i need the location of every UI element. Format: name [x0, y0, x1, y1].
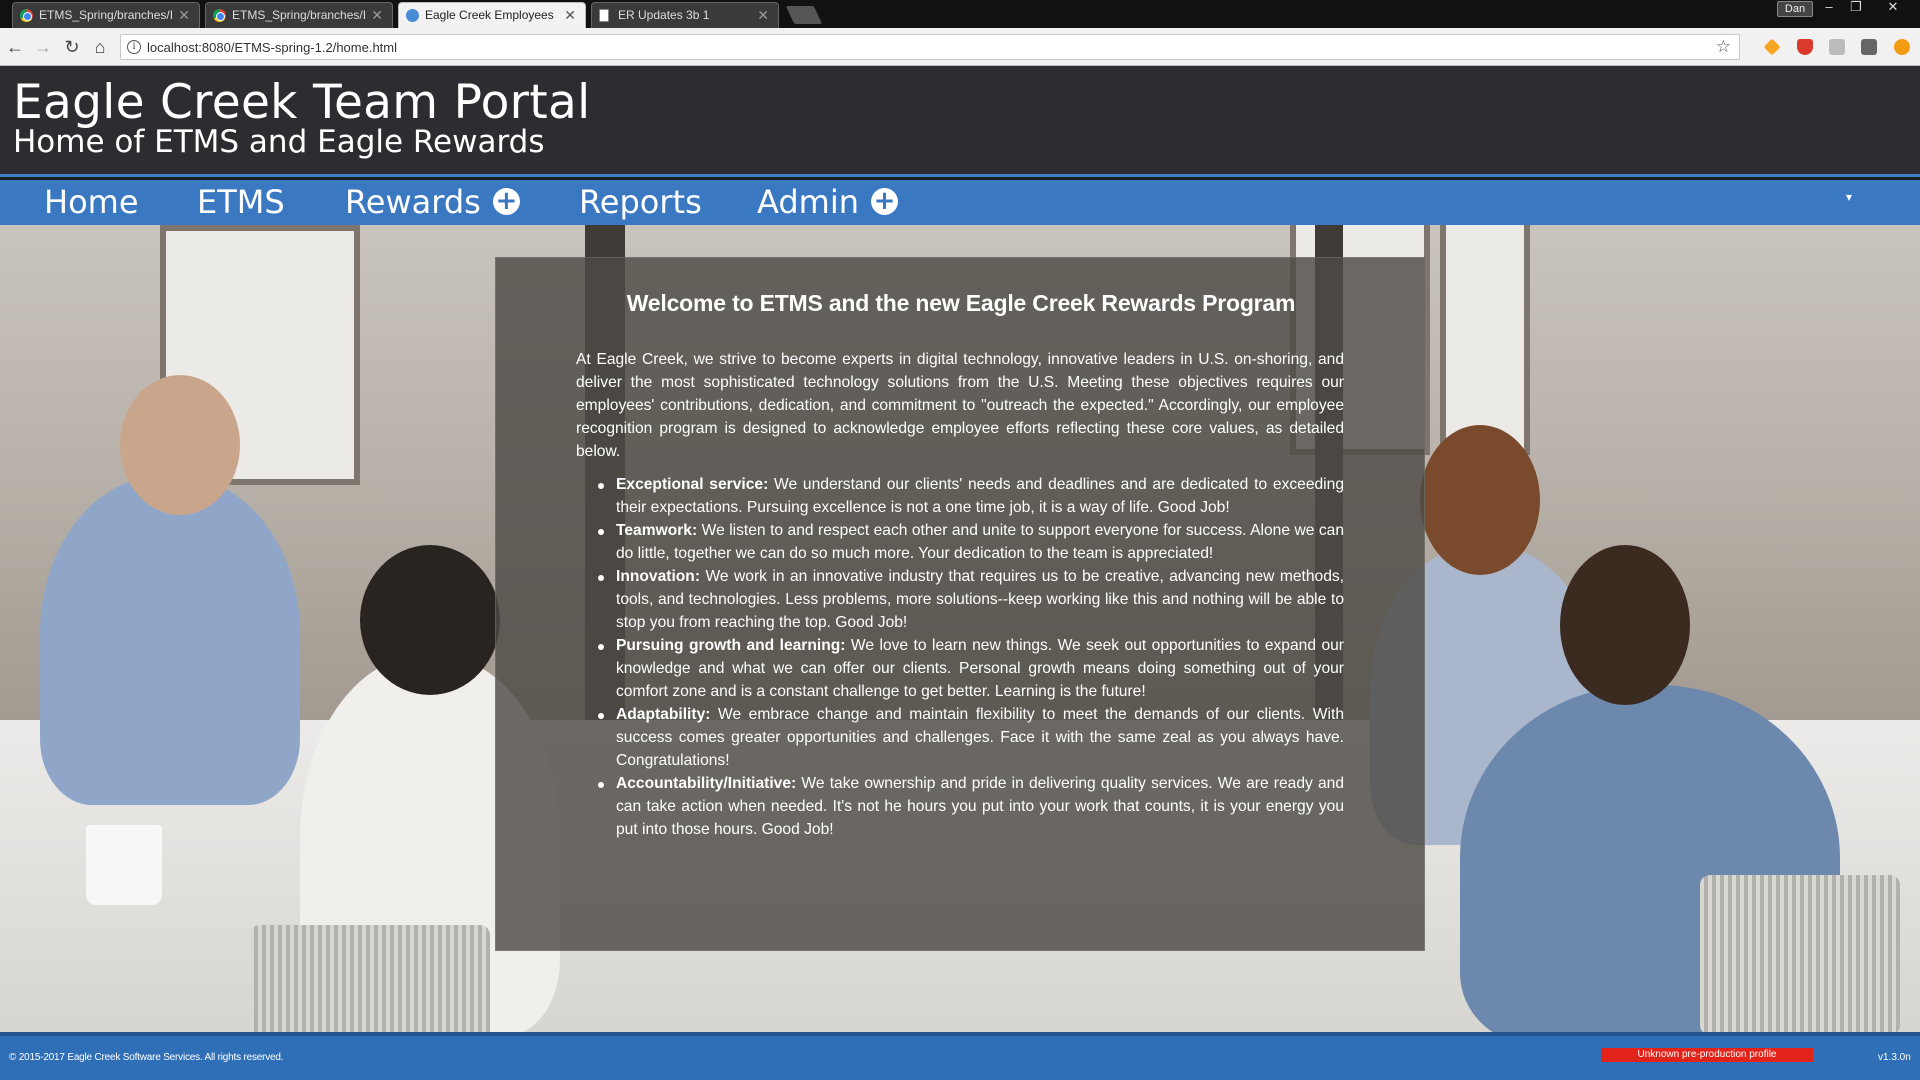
page-footer: © 2015-2017 Eagle Creek Software Service…: [0, 1032, 1920, 1080]
info-icon[interactable]: i: [127, 40, 141, 54]
tab-title: ETMS_Spring/branches/I: [232, 8, 367, 22]
page-icon: [599, 9, 609, 22]
caret-down-icon[interactable]: ▾: [1846, 190, 1852, 204]
nav-home-label: Home: [44, 183, 139, 221]
version-text: v1.3.0n: [1878, 1052, 1911, 1063]
main-nav: Home ETMS Rewards + Reports Admin + ▾: [0, 180, 1920, 225]
bookmark-star-icon[interactable]: ☆: [1716, 37, 1731, 57]
window-shape: [1440, 225, 1530, 455]
core-value-name: Exceptional service:: [616, 476, 769, 493]
nav-etms-label: ETMS: [197, 183, 285, 221]
nav-rewards[interactable]: Rewards +: [345, 180, 520, 225]
nav-reports-label: Reports: [579, 183, 702, 221]
browser-tab-strip: ETMS_Spring/branches/I ✕ ETMS_Spring/bra…: [0, 0, 1920, 28]
welcome-intro: At Eagle Creek, we strive to become expe…: [576, 351, 1344, 460]
page-subtitle: Home of ETMS and Eagle Rewards: [13, 124, 545, 160]
address-bar[interactable]: i localhost:8080/ETMS-spring-1.2/home.ht…: [120, 34, 1740, 60]
extension-icon[interactable]: [1861, 39, 1877, 55]
core-value-item: Teamwork: We listen to and respect each …: [576, 519, 1344, 565]
person-head-shape: [1420, 425, 1540, 575]
person-head-shape: [1560, 545, 1690, 705]
tab-title: ER Updates 3b 1: [618, 8, 710, 22]
close-tab-icon[interactable]: ✕: [371, 3, 383, 27]
new-tab-button[interactable]: [785, 6, 823, 24]
expand-plus-icon[interactable]: +: [492, 188, 520, 215]
nav-admin[interactable]: Admin +: [757, 180, 898, 225]
globe-icon: [406, 9, 419, 22]
reload-icon[interactable]: ↻: [61, 36, 83, 58]
extension-icon[interactable]: [1829, 39, 1845, 55]
browser-tab[interactable]: ETMS_Spring/branches/I ✕: [12, 2, 200, 28]
tab-title: Eagle Creek Employees: [425, 8, 554, 22]
extension-icon[interactable]: [1763, 38, 1781, 56]
core-value-item: Exceptional service: We understand our c…: [576, 473, 1344, 519]
back-icon[interactable]: ←: [4, 36, 26, 58]
nav-etms[interactable]: ETMS: [197, 180, 285, 225]
core-value-name: Teamwork:: [616, 522, 698, 539]
shield-extension-icon[interactable]: [1797, 39, 1813, 55]
core-value-item: Adaptability: We embrace change and main…: [576, 703, 1344, 772]
close-tab-icon[interactable]: ✕: [757, 3, 769, 27]
chrome-icon: [20, 9, 33, 22]
browser-tab[interactable]: ER Updates 3b 1 ✕: [591, 2, 779, 28]
core-value-item: Pursuing growth and learning: We love to…: [576, 634, 1344, 703]
welcome-heading: Welcome to ETMS and the new Eagle Creek …: [626, 290, 1296, 316]
minimize-icon[interactable]: –: [1816, 0, 1842, 16]
profile-badge: Unknown pre-production profile: [1601, 1048, 1813, 1062]
nav-home[interactable]: Home: [44, 180, 139, 225]
url-text[interactable]: localhost:8080/ETMS-spring-1.2/home.html: [147, 35, 397, 60]
close-tab-icon[interactable]: ✕: [178, 3, 190, 27]
browser-tab-active[interactable]: Eagle Creek Employees ✕: [398, 2, 586, 28]
chair-shape: [250, 925, 490, 1032]
close-window-icon[interactable]: ✕: [1880, 0, 1906, 16]
browser-tab[interactable]: ETMS_Spring/branches/I ✕: [205, 2, 393, 28]
person-head-shape: [360, 545, 500, 695]
page-title: Eagle Creek Team Portal: [13, 75, 591, 130]
chair-shape: [1700, 875, 1900, 1032]
core-value-name: Pursuing growth and learning:: [616, 637, 846, 654]
core-values-list: Exceptional service: We understand our c…: [576, 473, 1344, 841]
core-value-text: We listen to and respect each other and …: [616, 522, 1344, 562]
welcome-panel: Welcome to ETMS and the new Eagle Creek …: [495, 257, 1425, 951]
core-value-text: We work in an innovative industry that r…: [616, 568, 1344, 631]
core-value-item: Innovation: We work in an innovative ind…: [576, 565, 1344, 634]
profile-button[interactable]: Dan: [1777, 1, 1813, 17]
portal-header: Eagle Creek Team Portal Home of ETMS and…: [0, 66, 1920, 177]
address-toolbar: ← → ↻ ⌂ i localhost:8080/ETMS-spring-1.2…: [0, 28, 1920, 66]
core-value-name: Adaptability:: [616, 706, 711, 723]
nav-reports[interactable]: Reports: [579, 180, 702, 225]
nav-admin-label: Admin: [757, 183, 859, 221]
forward-icon[interactable]: →: [32, 36, 54, 58]
copyright-text: © 2015-2017 Eagle Creek Software Service…: [9, 1052, 284, 1063]
core-value-name: Innovation:: [616, 568, 701, 585]
person-shape: [40, 475, 300, 805]
core-value-name: Accountability/Initiative:: [616, 775, 797, 792]
nav-rewards-label: Rewards: [345, 183, 481, 221]
extension-icon[interactable]: [1894, 39, 1910, 55]
core-value-item: Accountability/Initiative: We take owner…: [576, 772, 1344, 841]
chrome-icon: [213, 9, 226, 22]
home-icon[interactable]: ⌂: [89, 36, 111, 58]
core-value-text: We embrace change and maintain flexibili…: [616, 706, 1344, 769]
close-tab-icon[interactable]: ✕: [564, 3, 576, 27]
tab-title: ETMS_Spring/branches/I: [39, 8, 174, 22]
expand-plus-icon[interactable]: +: [870, 188, 898, 215]
restore-icon[interactable]: ❐: [1843, 0, 1869, 16]
person-head-shape: [120, 375, 240, 515]
coffee-mug-shape: [86, 825, 162, 905]
